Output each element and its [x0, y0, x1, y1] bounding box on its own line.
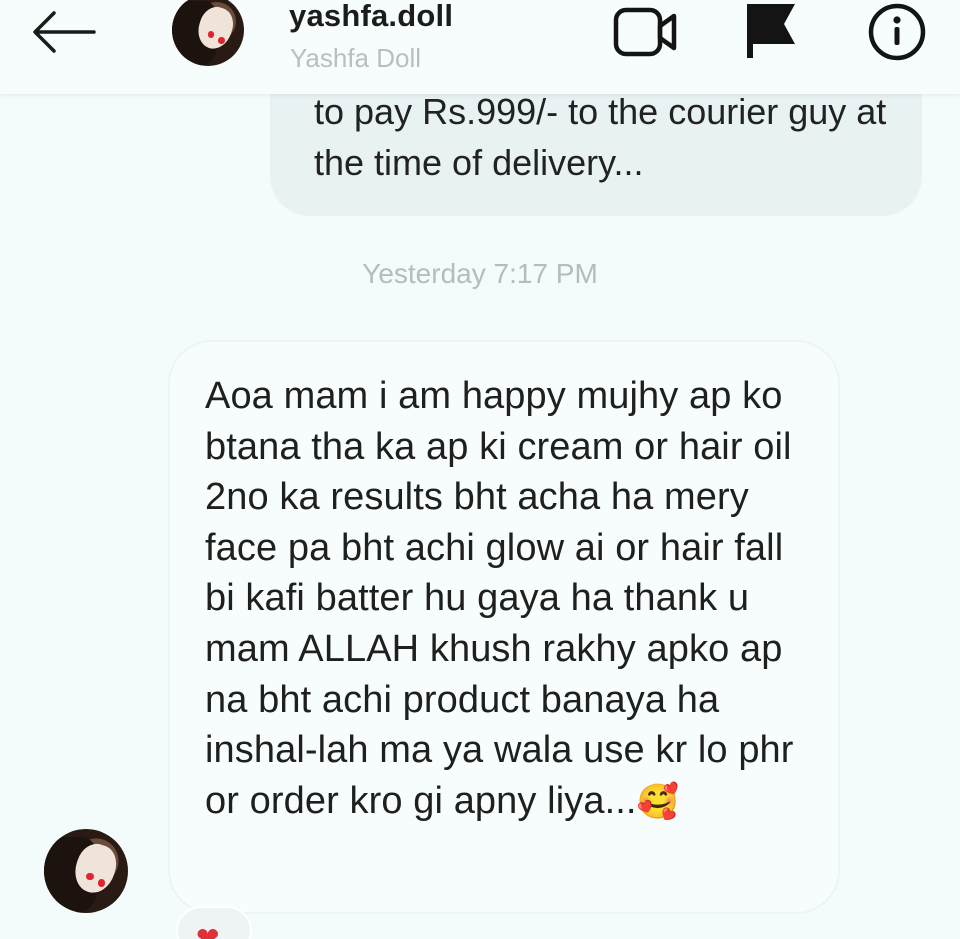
message-timestamp: Yesterday 7:17 PM: [362, 258, 598, 289]
smiling-hearts-emoji: 🥰: [636, 781, 679, 822]
arrow-left-icon: [33, 11, 96, 53]
back-button[interactable]: [24, 6, 100, 58]
received-message-text: Aoa mam i am happy mujhy ap ko btana tha…: [205, 371, 815, 827]
info-icon: [868, 3, 926, 61]
dm-thread-screen: yashfa.doll Yashfa Doll to pay Rs.999/- …: [0, 0, 960, 939]
info-button[interactable]: [864, 0, 928, 62]
video-call-button[interactable]: [612, 4, 682, 60]
received-message-body: Aoa mam i am happy mujhy ap ko btana tha…: [205, 375, 794, 822]
heart-icon: ❤: [196, 921, 220, 939]
sender-avatar[interactable]: [44, 829, 128, 913]
sent-message-text: to pay Rs.999/- to the courier guy at th…: [314, 91, 887, 183]
flag-icon: [747, 4, 795, 58]
chat-header: yashfa.doll Yashfa Doll: [0, 0, 960, 94]
avatar[interactable]: [172, 0, 244, 66]
message-reaction[interactable]: ❤: [176, 906, 252, 939]
header-username[interactable]: yashfa.doll: [289, 0, 453, 34]
report-flag-button[interactable]: [742, 0, 800, 60]
header-full-name: Yashfa Doll: [290, 43, 422, 73]
video-camera-icon: [613, 7, 677, 57]
